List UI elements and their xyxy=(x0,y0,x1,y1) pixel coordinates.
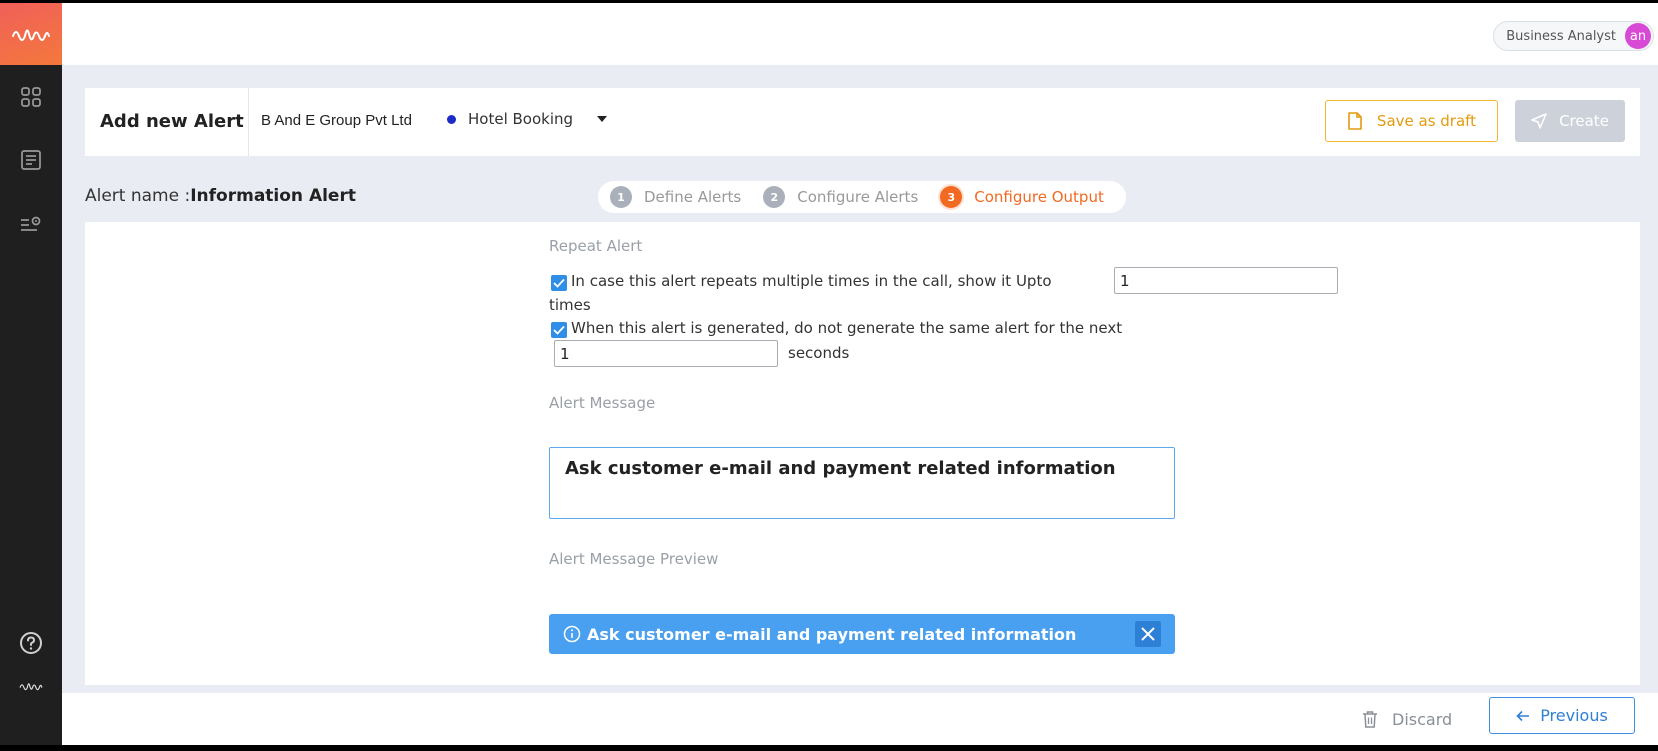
help-button[interactable] xyxy=(18,630,44,656)
stepper: 1 Define Alerts 2 Configure Alerts 3 Con… xyxy=(598,181,1126,213)
project-name: Hotel Booking xyxy=(468,110,574,128)
footer-bar: Discard Previous xyxy=(62,693,1658,745)
company-name: B And E Group Pvt Ltd xyxy=(261,112,412,129)
project-status-dot xyxy=(447,114,456,124)
alert-name-label: Alert name : xyxy=(85,186,191,206)
step-number: 1 xyxy=(610,186,632,208)
app-logo[interactable] xyxy=(0,3,62,65)
sidebar-item-dashboard[interactable] xyxy=(18,84,44,110)
step-label: Define Alerts xyxy=(644,188,742,206)
header-divider xyxy=(248,88,249,156)
save-draft-label: Save as draft xyxy=(1376,112,1477,130)
top-bar: Business Analyst an xyxy=(62,3,1658,65)
suppress-seconds-input[interactable] xyxy=(554,340,778,367)
create-label: Create xyxy=(1559,112,1609,130)
alert-message-preview: Ask customer e-mail and payment related … xyxy=(549,614,1175,654)
help-circle-icon xyxy=(20,632,42,654)
step-define-alerts[interactable]: 1 Define Alerts xyxy=(610,186,741,208)
step-label: Configure Output xyxy=(974,188,1104,206)
repeat-limit-suffix: times xyxy=(549,296,591,314)
step-label: Configure Alerts xyxy=(797,188,919,206)
user-role: Business Analyst xyxy=(1506,28,1616,44)
info-icon xyxy=(563,625,581,643)
previous-label: Previous xyxy=(1540,706,1608,725)
suppress-duplicate-text: When this alert is generated, do not gen… xyxy=(571,319,1123,337)
sidebar-item-reports[interactable] xyxy=(18,147,44,173)
repeat-alert-heading: Repeat Alert xyxy=(549,237,643,255)
avatar: an xyxy=(1625,23,1651,49)
waveform-logo-icon xyxy=(19,683,43,691)
discard-label: Discard xyxy=(1392,709,1453,729)
document-list-icon xyxy=(21,150,41,170)
alert-message-heading: Alert Message xyxy=(549,394,656,412)
repeat-limit-text: In case this alert repeats multiple time… xyxy=(571,272,1052,290)
suppress-duplicate-checkbox[interactable] xyxy=(551,322,567,338)
step-configure-output[interactable]: 3 Configure Output xyxy=(940,186,1104,208)
step-configure-alerts[interactable]: 2 Configure Alerts xyxy=(763,186,918,208)
output-config-card: Repeat Alert In case this alert repeats … xyxy=(85,222,1640,685)
send-icon xyxy=(1531,113,1547,129)
repeat-limit-checkbox[interactable] xyxy=(551,275,567,291)
alert-name-value: Information Alert xyxy=(190,186,356,206)
brand-mark xyxy=(10,673,52,699)
alert-name: Alert name :Information Alert xyxy=(85,186,356,206)
trash-icon xyxy=(1363,711,1377,728)
step-number: 3 xyxy=(940,186,963,208)
alert-header: Add new Alert B And E Group Pvt Ltd Hote… xyxy=(85,88,1640,156)
checkmark-icon xyxy=(553,325,565,335)
waveform-logo-icon xyxy=(12,29,50,41)
create-button[interactable]: Create xyxy=(1515,100,1625,142)
page-title: Add new Alert xyxy=(100,111,244,132)
user-menu[interactable]: Business Analyst an xyxy=(1493,21,1654,51)
repeat-limit-input[interactable] xyxy=(1114,267,1338,294)
project-select[interactable]: Hotel Booking xyxy=(447,110,608,128)
discard-button[interactable]: Discard xyxy=(1362,703,1452,735)
sidebar-item-alert-settings[interactable] xyxy=(18,211,44,237)
sidebar xyxy=(0,3,62,745)
save-draft-button[interactable]: Save as draft xyxy=(1325,100,1498,142)
chevron-down-icon xyxy=(597,116,608,122)
dashboard-grid-icon xyxy=(21,87,41,107)
previous-button[interactable]: Previous xyxy=(1489,697,1635,734)
preview-close-button[interactable] xyxy=(1135,621,1161,647)
file-icon xyxy=(1348,112,1362,130)
preview-text: Ask customer e-mail and payment related … xyxy=(587,624,1077,644)
app-window: Business Analyst an Add new Alert B And … xyxy=(0,0,1658,751)
suppress-seconds-suffix: seconds xyxy=(788,344,850,362)
step-number: 2 xyxy=(763,186,786,208)
arrow-left-icon xyxy=(1516,710,1530,721)
checkmark-icon xyxy=(553,278,565,288)
preview-heading: Alert Message Preview xyxy=(549,550,719,568)
settings-list-icon xyxy=(21,216,41,231)
alert-message-input[interactable]: Ask customer e-mail and payment related … xyxy=(549,447,1175,519)
close-icon xyxy=(1141,627,1155,641)
